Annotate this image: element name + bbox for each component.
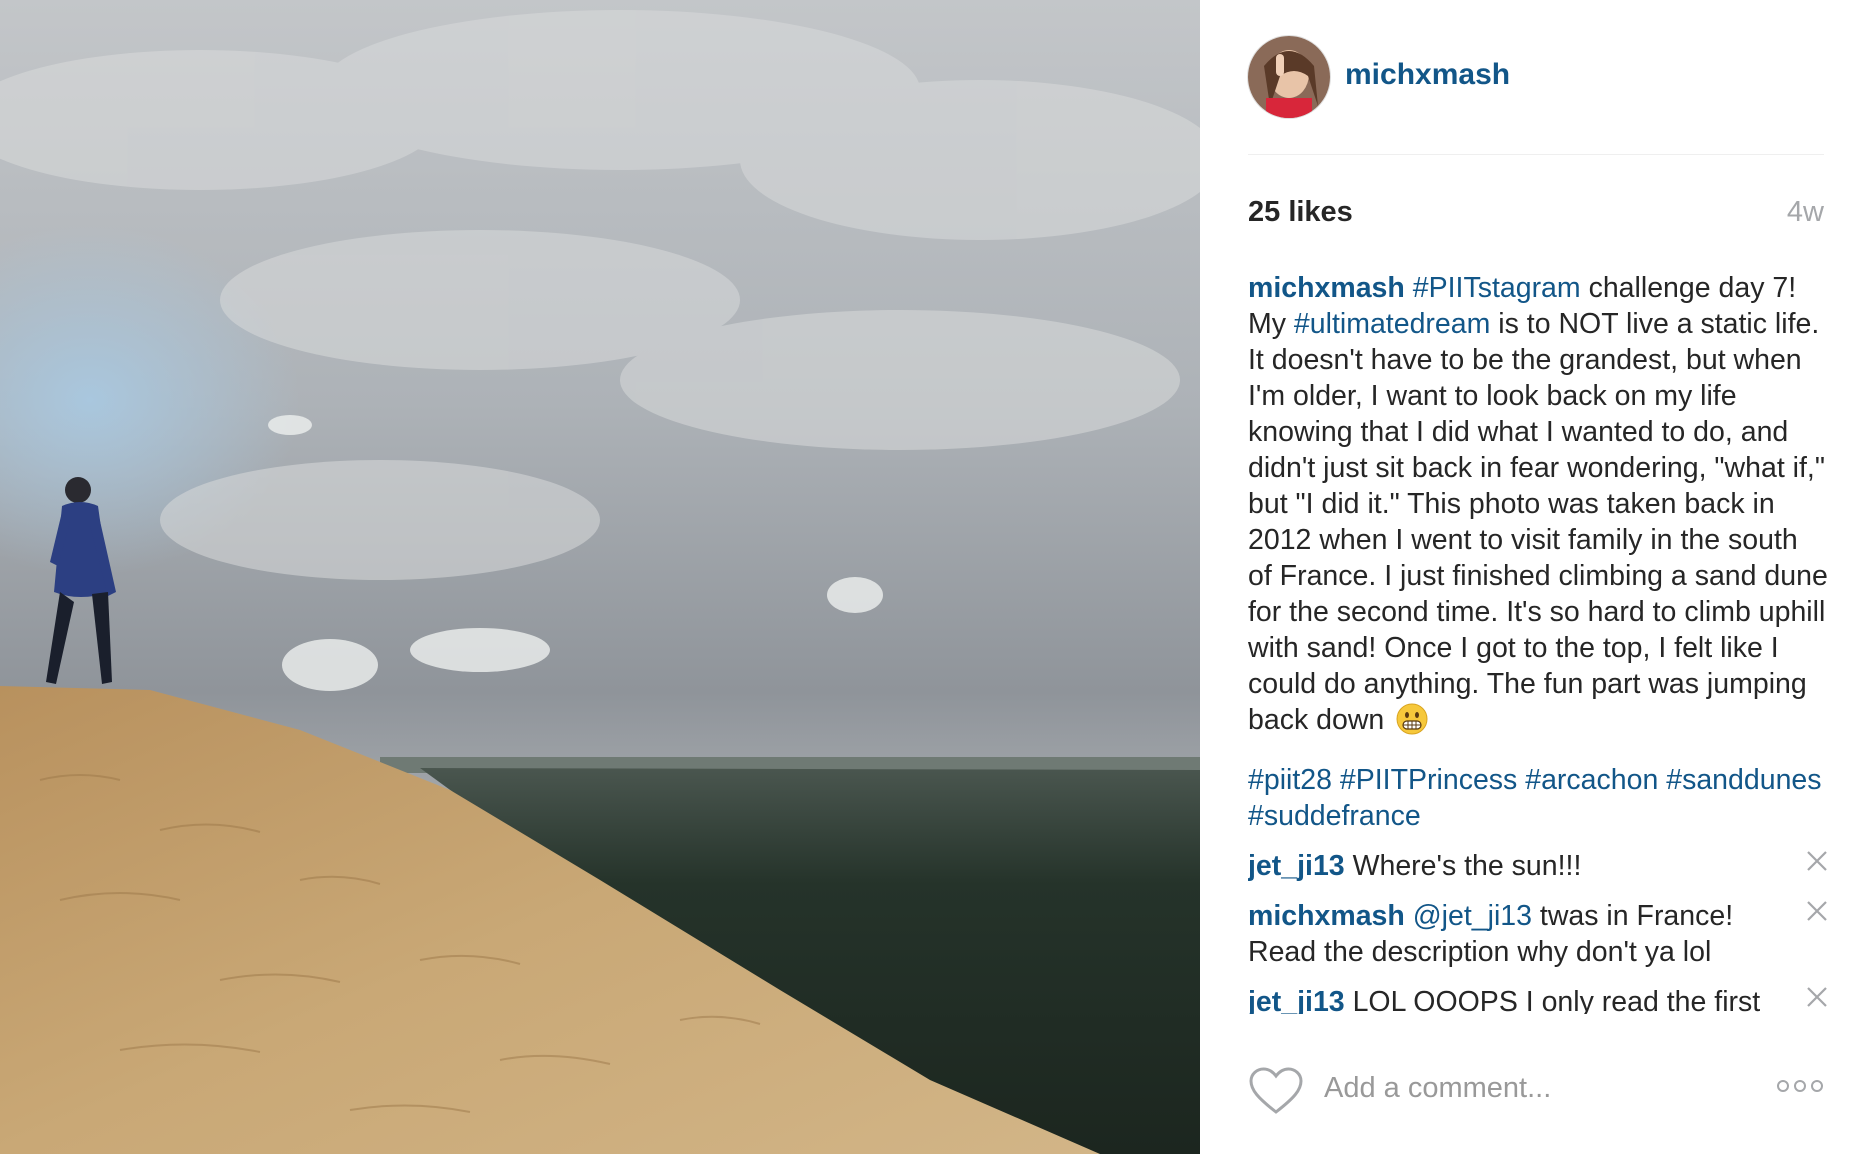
hashtag-link[interactable]: #piit28 <box>1248 764 1332 796</box>
post-photo <box>0 0 1200 1154</box>
hashtag-link[interactable]: #PIITstagram <box>1413 272 1581 304</box>
caption-username[interactable]: michxmash <box>1248 272 1405 304</box>
post-details-panel: michxmash 25 likes 4w michxmash #PIITsta… <box>1200 0 1866 1154</box>
profile-avatar[interactable] <box>1248 36 1330 118</box>
comment-item: michxmash @jet_ji13 twas in France! Read… <box>1248 898 1827 970</box>
avatar-icon <box>1248 36 1330 118</box>
caption-text: is to NOT live a static life. It doesn't… <box>1248 308 1828 736</box>
hashtag-link[interactable]: #ultimatedream <box>1294 308 1490 340</box>
hashtag-link[interactable]: #arcachon <box>1525 764 1658 796</box>
hashtag-link[interactable]: #sanddunes <box>1666 764 1821 796</box>
hashtag-link[interactable]: #PIITPrincess <box>1340 764 1517 796</box>
post-header: michxmash <box>1248 36 1824 118</box>
post-caption: michxmash #PIITstagram challenge day 7! … <box>1248 270 1828 834</box>
add-comment-input[interactable] <box>1324 1064 1754 1112</box>
comment-item: jet_ji13 Where's the sun!!! <box>1248 848 1827 884</box>
comment-text: Where's the sun!!! <box>1344 850 1582 882</box>
sand-dune-photo <box>0 0 1200 1154</box>
author-username[interactable]: michxmash <box>1345 58 1510 92</box>
mention-link[interactable]: @jet_ji13 <box>1405 900 1532 932</box>
close-icon[interactable] <box>1804 848 1830 874</box>
comment-username[interactable]: michxmash <box>1248 900 1405 932</box>
close-icon[interactable] <box>1804 984 1830 1010</box>
post-timestamp[interactable]: 4w <box>1787 196 1824 229</box>
comments-list[interactable]: michxmash #PIITstagram challenge day 7! … <box>1248 270 1838 1020</box>
caption-hashtags: #piit28 #PIITPrincess #arcachon #sanddun… <box>1248 762 1828 834</box>
hashtag-link[interactable]: #suddefrance <box>1248 800 1421 832</box>
heart-icon[interactable] <box>1248 1066 1304 1116</box>
likes-count[interactable]: 25 likes <box>1248 196 1353 229</box>
close-icon[interactable] <box>1804 898 1830 924</box>
header-divider <box>1248 154 1824 155</box>
comment-username[interactable]: jet_ji13 <box>1248 850 1345 882</box>
grimacing-face-icon <box>1396 703 1428 735</box>
comment-bar <box>1248 1058 1824 1122</box>
comments-divider <box>1248 1014 1838 1024</box>
more-options-icon[interactable] <box>1776 1076 1824 1096</box>
